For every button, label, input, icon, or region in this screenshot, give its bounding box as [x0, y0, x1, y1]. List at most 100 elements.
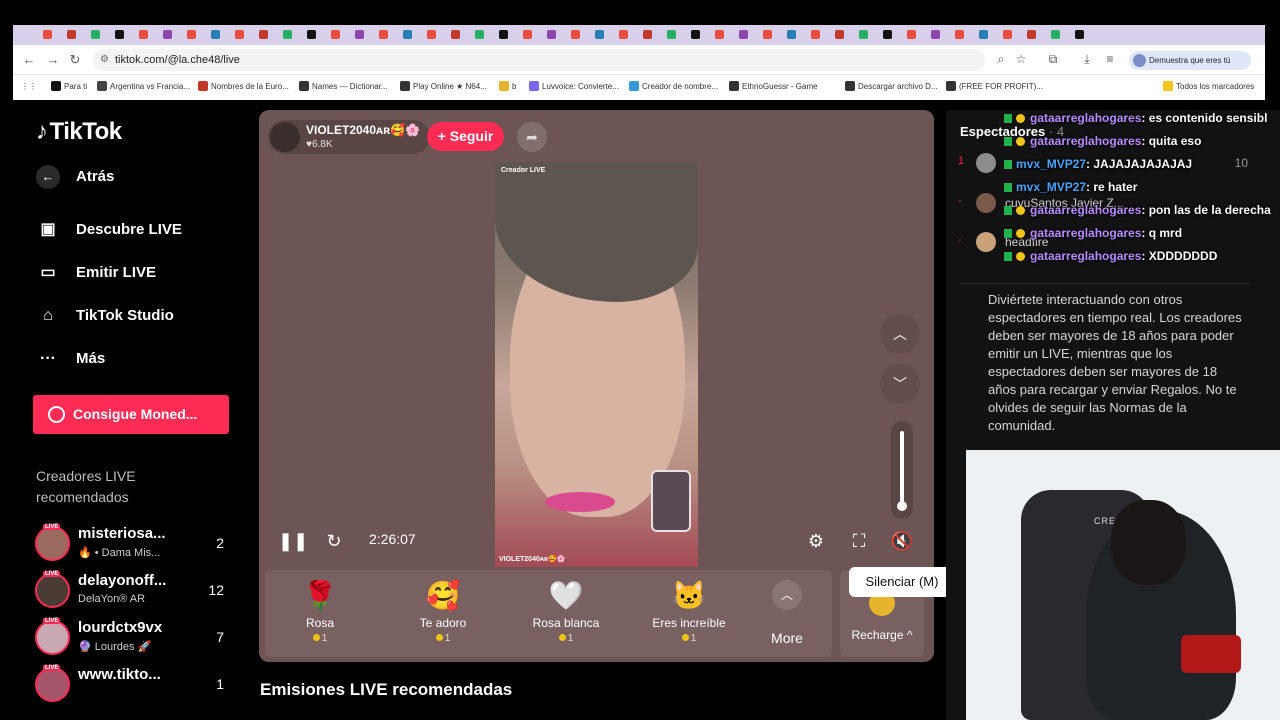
- bookmark-item[interactable]: Para ti: [51, 81, 87, 93]
- nav-more[interactable]: ··· Más: [36, 347, 105, 371]
- browser-tab[interactable]: [307, 30, 316, 39]
- browser-tab[interactable]: [1003, 30, 1012, 39]
- bookmark-item[interactable]: (FREE FOR PROFIT)...: [946, 81, 1043, 93]
- reading-list-icon[interactable]: ≡: [1102, 52, 1118, 66]
- bookmark-item[interactable]: Argentina vs Francia...: [97, 81, 190, 93]
- browser-tab[interactable]: [1075, 30, 1084, 39]
- browser-tab[interactable]: [739, 30, 748, 39]
- browser-tab[interactable]: [811, 30, 820, 39]
- nav-tiktok-studio[interactable]: ⌂ TikTok Studio: [36, 304, 174, 328]
- browser-tab[interactable]: [163, 30, 172, 39]
- browser-tab[interactable]: [547, 30, 556, 39]
- reload-icon[interactable]: ↻: [67, 52, 83, 68]
- bookmark-item[interactable]: Play Online ★ N64...: [400, 81, 487, 93]
- creator-item[interactable]: LIVE www.tikto... 1: [35, 665, 230, 707]
- browser-tab[interactable]: [595, 30, 604, 39]
- gift-item[interactable]: 🐱 Eres increíble 1: [634, 570, 744, 657]
- fullscreen-icon[interactable]: ⛶: [846, 528, 872, 554]
- bookmark-item[interactable]: b: [499, 81, 516, 93]
- tiktok-note-icon: ♪: [36, 118, 48, 145]
- nav-discover-live[interactable]: ▣ Descubre LIVE: [36, 218, 181, 242]
- browser-tab[interactable]: [403, 30, 412, 39]
- browser-tab[interactable]: [379, 30, 388, 39]
- browser-tab[interactable]: [1051, 30, 1060, 39]
- browser-tab[interactable]: [235, 30, 244, 39]
- mute-icon[interactable]: 🔇: [889, 528, 915, 554]
- nav-go-live[interactable]: ▭ Emitir LIVE: [36, 261, 156, 285]
- browser-tab[interactable]: [475, 30, 484, 39]
- host-avatar[interactable]: [270, 122, 300, 152]
- bookmark-item[interactable]: Luvvoice: Convierte...: [529, 81, 619, 93]
- creator-item[interactable]: LIVE misteriosa... 🔥 • Dama Mis... 2: [35, 524, 230, 566]
- extensions-icon[interactable]: ⧉: [1045, 52, 1061, 67]
- address-bar[interactable]: ⚙ tiktok.com/@la.che48/live: [93, 49, 985, 71]
- browser-tab[interactable]: [619, 30, 628, 39]
- bookmark-item[interactable]: EthnoGuessr - Game: [729, 81, 818, 93]
- browser-tab[interactable]: [715, 30, 724, 39]
- browser-tab[interactable]: [643, 30, 652, 39]
- browser-tab[interactable]: [979, 30, 988, 39]
- creator-item[interactable]: LIVE delayonoff... DelaYon® AR 12: [35, 571, 230, 613]
- chevron-down-icon[interactable]: ﹀: [880, 364, 920, 404]
- browser-tab[interactable]: [787, 30, 796, 39]
- browser-tab[interactable]: [835, 30, 844, 39]
- chevron-up-icon[interactable]: ︿: [880, 314, 920, 354]
- more-gifts-button[interactable]: ︿ More: [758, 572, 816, 656]
- gift-item[interactable]: 🤍 Rosa blanca 1: [511, 570, 621, 657]
- browser-tab[interactable]: [571, 30, 580, 39]
- browser-tab[interactable]: [91, 30, 100, 39]
- browser-tab[interactable]: [955, 30, 964, 39]
- forward-icon[interactable]: →: [45, 52, 61, 67]
- profile-chip[interactable]: Demuestra que eres tú: [1129, 51, 1251, 70]
- browser-tab[interactable]: [907, 30, 916, 39]
- browser-tab[interactable]: [667, 30, 676, 39]
- creator-item[interactable]: LIVE lourdctx9vx 🔮 Lourdes 🚀 7: [35, 618, 230, 660]
- browser-tab[interactable]: [43, 30, 52, 39]
- bookmark-star-icon[interactable]: ☆: [1013, 52, 1029, 66]
- browser-tab[interactable]: [283, 30, 292, 39]
- bookmark-item[interactable]: Nombres de la Euro...: [198, 81, 289, 93]
- browser-tab[interactable]: [187, 30, 196, 39]
- settings-icon[interactable]: ⚙: [803, 528, 829, 554]
- browser-tab[interactable]: [931, 30, 940, 39]
- guest-pip[interactable]: [651, 470, 691, 532]
- back-icon[interactable]: ←: [21, 52, 37, 67]
- browser-tab[interactable]: [211, 30, 220, 39]
- bookmark-item[interactable]: Descargar archivo D...: [845, 81, 938, 93]
- gift-item[interactable]: 🥰 Te adoro 1: [388, 570, 498, 657]
- gift-item[interactable]: 🌹 Rosa 1: [265, 570, 375, 657]
- all-bookmarks-item[interactable]: Todos los marcadores: [1163, 81, 1254, 93]
- bookmark-item[interactable]: Names — Dictionar...: [299, 81, 388, 93]
- volume-handle[interactable]: [897, 501, 907, 511]
- browser-tab[interactable]: [115, 30, 124, 39]
- site-info-icon[interactable]: ⚙: [100, 49, 109, 71]
- browser-tab[interactable]: [523, 30, 532, 39]
- nav-back[interactable]: ← Atrás: [36, 165, 114, 189]
- browser-tab[interactable]: [67, 30, 76, 39]
- browser-tab[interactable]: [883, 30, 892, 39]
- browser-tab-strip[interactable]: [13, 25, 1265, 45]
- browser-tab[interactable]: [691, 30, 700, 39]
- browser-tab[interactable]: [451, 30, 460, 39]
- browser-tab[interactable]: [499, 30, 508, 39]
- bookmark-item[interactable]: Creador de nombre...: [629, 81, 718, 93]
- browser-tab[interactable]: [259, 30, 268, 39]
- browser-tab[interactable]: [139, 30, 148, 39]
- browser-tab[interactable]: [331, 30, 340, 39]
- download-icon[interactable]: ⤓: [1079, 52, 1095, 67]
- browser-tab[interactable]: [355, 30, 364, 39]
- browser-tab[interactable]: [763, 30, 772, 39]
- browser-tab[interactable]: [427, 30, 436, 39]
- browser-tab[interactable]: [859, 30, 868, 39]
- tiktok-logo[interactable]: ♪TikTok: [36, 118, 122, 146]
- browser-tab[interactable]: [1027, 30, 1036, 39]
- pause-icon[interactable]: ❚❚: [278, 528, 308, 554]
- volume-slider[interactable]: [891, 421, 913, 519]
- host-name[interactable]: VIOLET2040ᴀʀ🥰🌸: [306, 123, 420, 137]
- apps-icon[interactable]: ⋮⋮: [21, 81, 37, 93]
- follow-button[interactable]: + Seguir: [427, 122, 504, 151]
- get-coins-button[interactable]: Consigue Moned...: [33, 395, 229, 434]
- refresh-icon[interactable]: ↻: [321, 528, 347, 554]
- zoom-icon[interactable]: ⌕: [993, 52, 1009, 67]
- share-icon[interactable]: ➦: [517, 122, 547, 152]
